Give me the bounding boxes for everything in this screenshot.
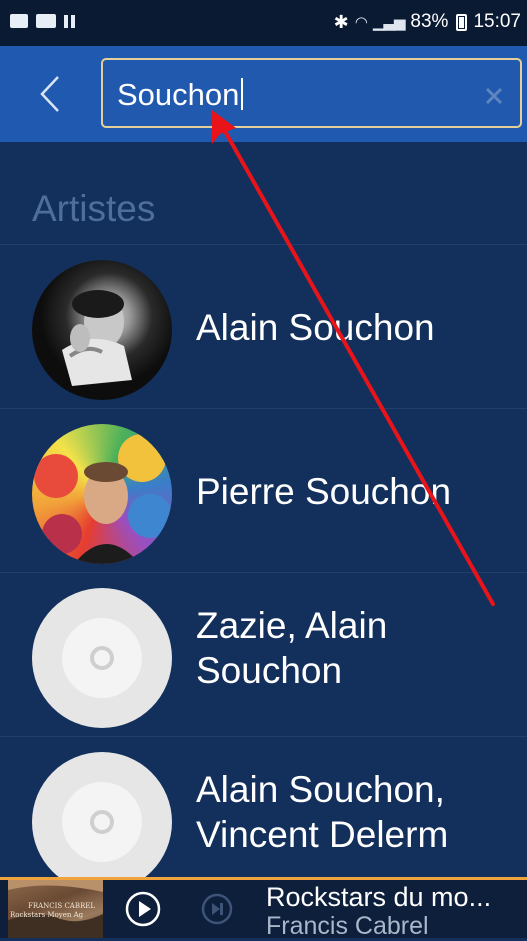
pause-icon <box>64 14 75 28</box>
battery-icon <box>456 13 468 31</box>
search-query: Souchon <box>117 77 244 113</box>
text-cursor <box>241 78 244 110</box>
default-disc-icon <box>32 588 172 728</box>
play-icon <box>125 891 161 927</box>
close-icon <box>485 87 503 105</box>
artist-row[interactable]: Zazie, Alain Souchon <box>0 572 527 736</box>
skip-next-button[interactable] <box>200 892 234 926</box>
signal-icon: ▁▃▅ <box>372 14 406 31</box>
artist-name-line-2: Vincent Delerm <box>196 814 449 855</box>
artist-name: Pierre Souchon <box>196 471 452 512</box>
artist-name-line-2: Souchon <box>196 650 343 691</box>
notification-icons <box>10 14 75 28</box>
clear-search-button[interactable] <box>482 84 506 108</box>
artist-row[interactable]: Alain Souchon, Vincent Delerm <box>0 736 527 877</box>
track-title[interactable]: Rockstars du mo... <box>266 882 524 913</box>
artist-name-line-1: Zazie, Alain <box>196 605 388 646</box>
default-disc-icon <box>32 752 172 877</box>
chevron-left-icon <box>40 76 59 112</box>
search-results[interactable]: Artistes Alain Souchon Pierre Souchon Za… <box>0 142 527 877</box>
artist-photo <box>32 424 172 564</box>
back-button[interactable] <box>30 72 70 116</box>
battery-percentage: 83% <box>410 11 449 32</box>
album-art-lettering: FRANCIS CABREL Rockstars Moyen Ag <box>10 902 96 919</box>
keyboard-icon <box>36 14 56 28</box>
artist-name: Alain Souchon, Vincent Delerm <box>196 767 516 857</box>
mini-player[interactable]: FRANCIS CABREL Rockstars Moyen Ag Rockst… <box>0 877 527 941</box>
search-query-text: Souchon <box>117 77 240 112</box>
track-artist[interactable]: Francis Cabrel <box>266 912 429 941</box>
artist-photo <box>32 260 172 400</box>
gallery-icon <box>10 14 28 28</box>
search-input[interactable]: Souchon <box>101 58 522 128</box>
artist-row[interactable]: Alain Souchon <box>0 244 527 408</box>
artist-row[interactable]: Pierre Souchon <box>0 408 527 572</box>
section-title-artists: Artistes <box>32 188 156 229</box>
artist-name: Alain Souchon <box>196 307 435 348</box>
album-cover[interactable]: FRANCIS CABREL Rockstars Moyen Ag <box>8 880 103 938</box>
status-bar: ✱ ◠ ▁▃▅ 83% 15:07 <box>0 0 527 46</box>
play-button[interactable] <box>124 890 162 928</box>
clock: 15:07 <box>473 11 521 32</box>
artist-name-line-1: Alain Souchon, <box>196 769 445 810</box>
search-header: Souchon <box>0 46 527 142</box>
artist-name: Zazie, Alain Souchon <box>196 603 516 693</box>
bluetooth-icon: ✱ <box>333 11 349 32</box>
skip-next-icon <box>201 893 233 925</box>
wifi-icon: ◠ <box>354 14 368 31</box>
